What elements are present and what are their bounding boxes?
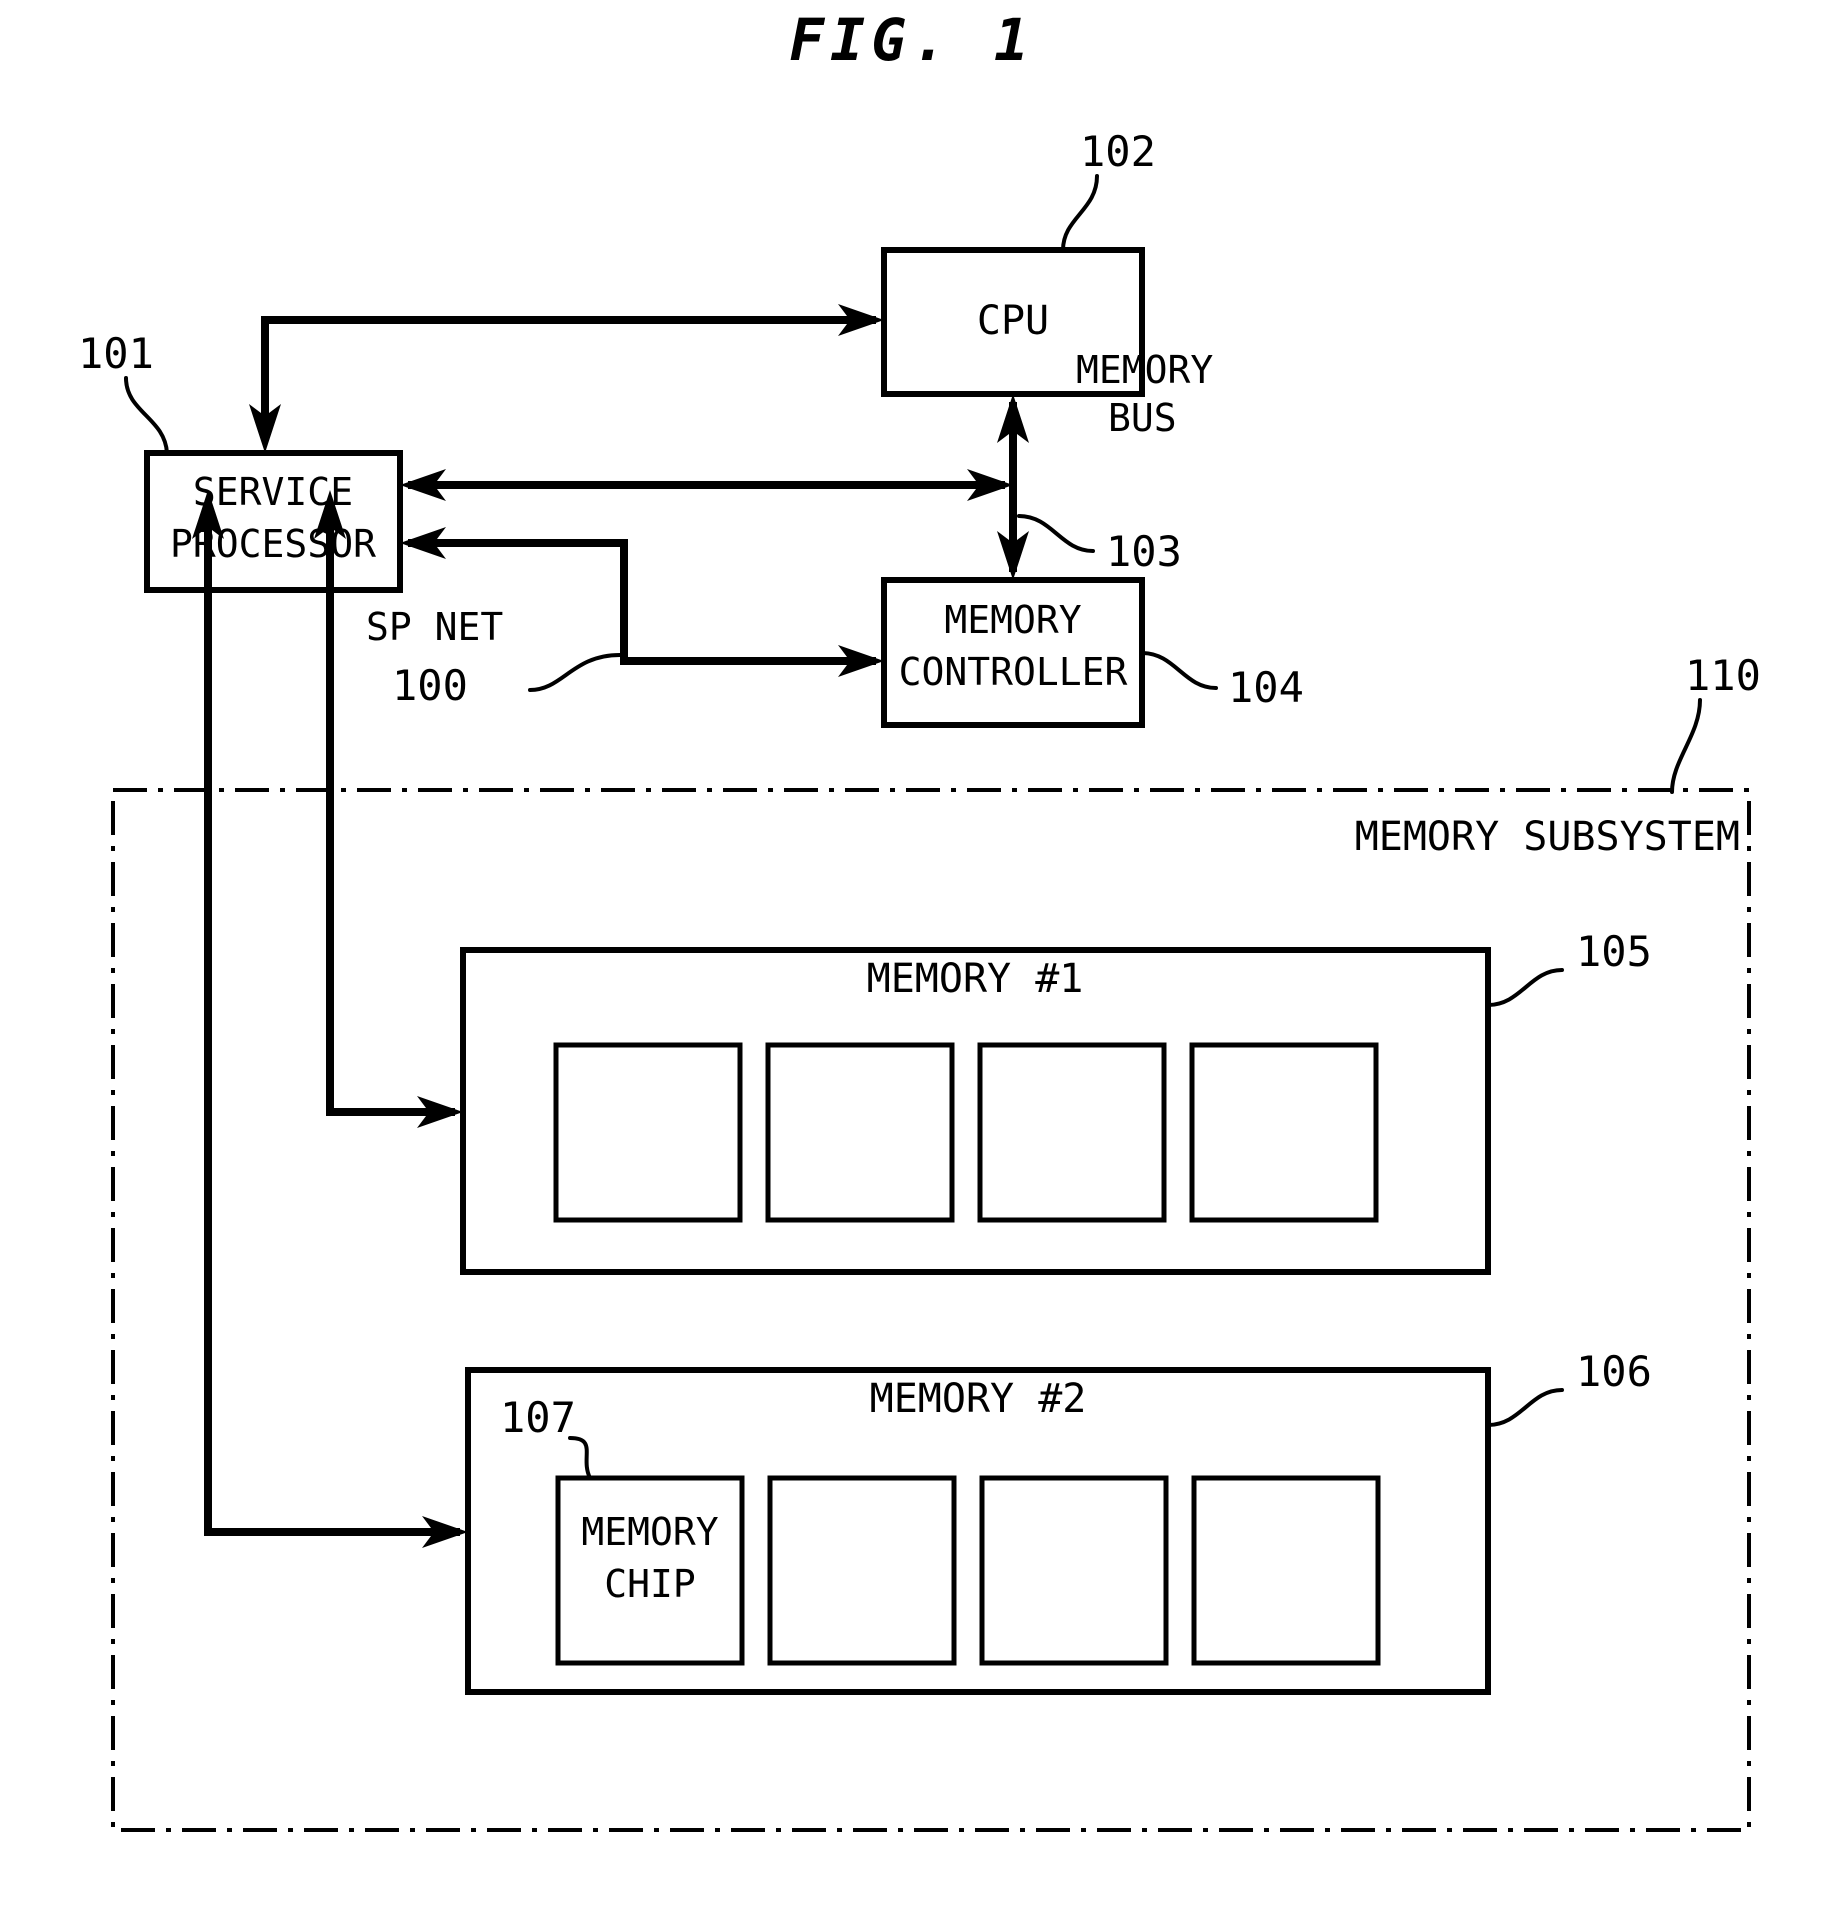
ref-103-leader — [1017, 514, 1095, 553]
figure-title: FIG. 1 — [789, 6, 1035, 74]
memory2-chip-2 — [767, 1475, 957, 1666]
memory2-chip-4 — [1191, 1475, 1381, 1666]
ref-110-leader — [1670, 698, 1702, 794]
ref-102-leader — [1061, 174, 1099, 252]
memory1-chip-2 — [765, 1042, 955, 1223]
sp-net-label: SP NET — [366, 605, 503, 649]
memory-controller-label-line2: CONTROLLER — [899, 650, 1128, 694]
cpu-label: CPU — [977, 298, 1049, 344]
ref-106-leader — [1486, 1388, 1564, 1427]
memory-chip-label-line2: CHIP — [604, 1562, 696, 1606]
memory1-chip-3 — [977, 1042, 1167, 1223]
memory-bus-label-line2: BUS — [1108, 396, 1177, 440]
ref-100-leader — [528, 653, 622, 692]
ref-104-leader — [1140, 651, 1218, 690]
ref-103: 103 — [1106, 527, 1182, 576]
ref-101-leader — [124, 376, 169, 455]
memory-chip-label-line1: MEMORY — [581, 1510, 718, 1554]
ref-102: 102 — [1080, 127, 1156, 176]
ref-110: 110 — [1685, 651, 1761, 700]
ref-106: 106 — [1576, 1347, 1652, 1396]
ref-105: 105 — [1576, 927, 1652, 976]
ref-105-leader — [1486, 968, 1564, 1007]
memory-subsystem-label: MEMORY SUBSYSTEM — [1355, 814, 1740, 860]
patent-figure: FIG. 1 MEMORY SUBSYSTEM 110 CPU 102 SERV… — [0, 0, 1825, 1908]
memory1-chip-4 — [1189, 1042, 1379, 1223]
sp-to-cpu-line — [261, 316, 876, 435]
figure-canvas: FIG. 1 MEMORY SUBSYSTEM 110 CPU 102 SERV… — [78, 6, 1761, 1832]
ref-107: 107 — [500, 1393, 576, 1442]
memory2-chip-3 — [979, 1475, 1169, 1666]
ref-101: 101 — [78, 329, 154, 378]
memory-controller-label-line1: MEMORY — [944, 598, 1081, 642]
ref-104: 104 — [1228, 663, 1304, 712]
memory1-label: MEMORY #1 — [867, 956, 1084, 1002]
memory2-label: MEMORY #2 — [870, 1376, 1087, 1422]
memory1-to-sp-line — [326, 505, 455, 1116]
ref-100: 100 — [392, 661, 468, 710]
memory1-chip-1 — [553, 1042, 743, 1223]
memory-bus-label-line1: MEMORY — [1076, 348, 1213, 392]
